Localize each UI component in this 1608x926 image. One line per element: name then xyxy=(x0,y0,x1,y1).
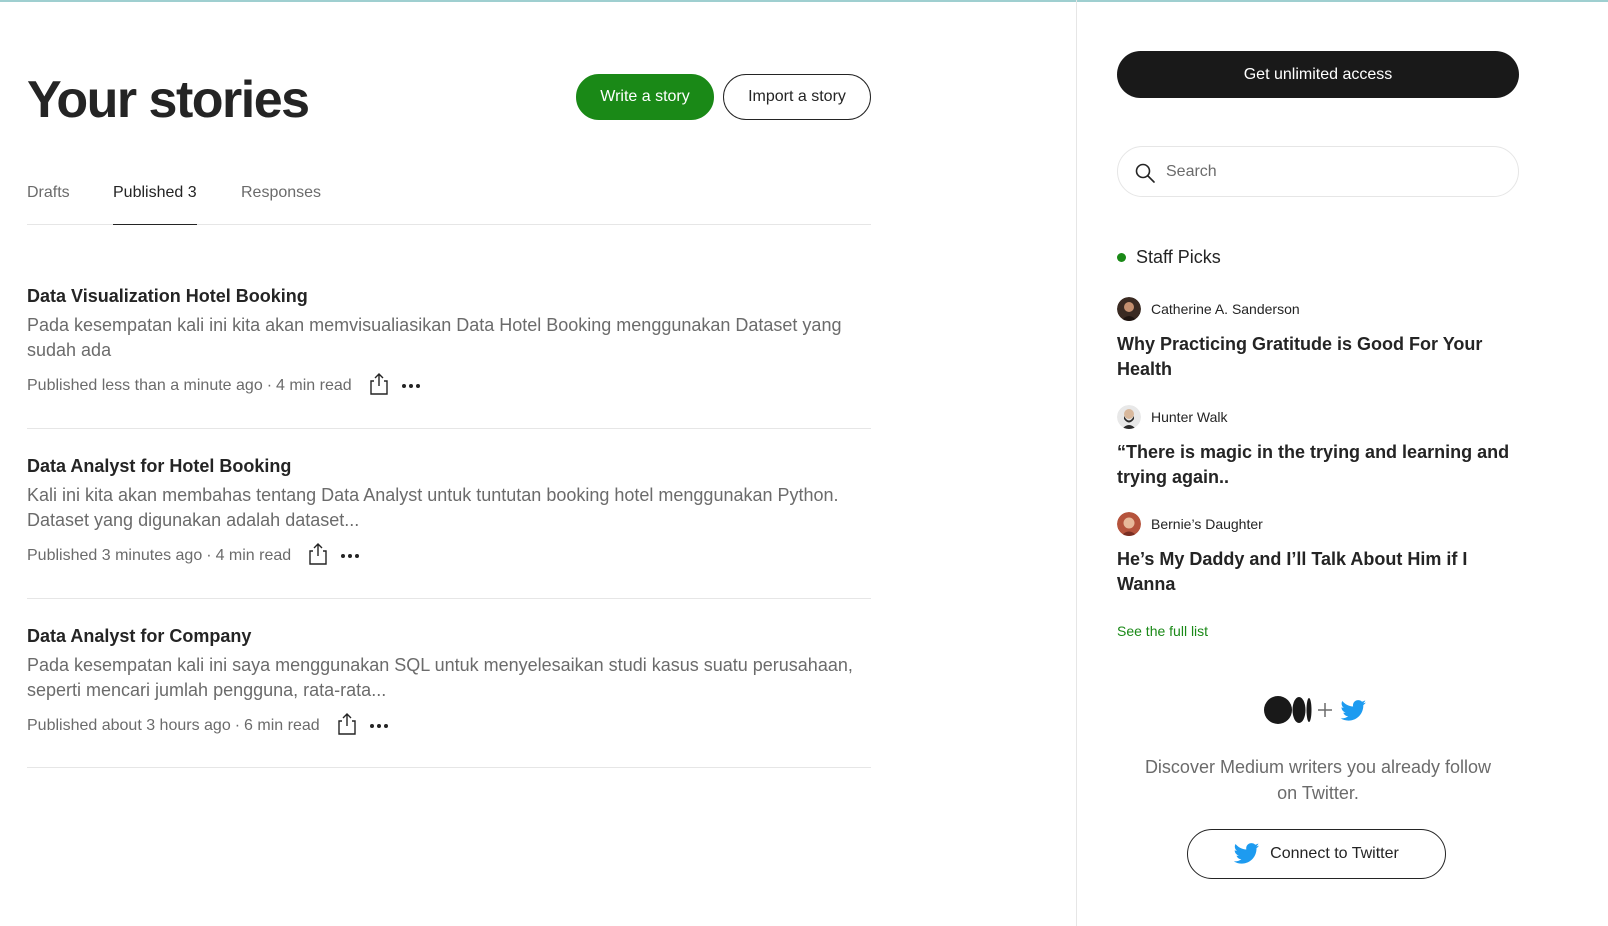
search-box[interactable] xyxy=(1117,146,1519,197)
story-item: Data Analyst for Company Pada kesempatan… xyxy=(27,599,871,768)
tab-published[interactable]: Published 3 xyxy=(113,184,197,225)
pick-author-name: Bernie’s Daughter xyxy=(1151,516,1263,532)
story-item: Data Analyst for Hotel Booking Kali ini … xyxy=(27,429,871,599)
story-title[interactable]: Data Visualization Hotel Booking xyxy=(27,286,308,307)
story-title[interactable]: Data Analyst for Company xyxy=(27,626,251,647)
meta-separator: · xyxy=(206,547,212,564)
story-title[interactable]: Data Analyst for Hotel Booking xyxy=(27,456,291,477)
pick-author[interactable]: Catherine A. Sanderson xyxy=(1117,297,1300,321)
more-options-icon[interactable] xyxy=(339,546,361,566)
share-icon[interactable] xyxy=(368,372,390,396)
story-meta: Published less than a minute ago · 4 min… xyxy=(27,372,422,398)
pick-author-name: Hunter Walk xyxy=(1151,409,1228,425)
write-story-button[interactable]: Write a story xyxy=(576,74,714,120)
pick-author-name: Catherine A. Sanderson xyxy=(1151,301,1300,317)
tab-responses[interactable]: Responses xyxy=(241,184,321,225)
get-unlimited-access-button[interactable]: Get unlimited access xyxy=(1117,51,1519,98)
story-meta: Published 3 minutes ago · 4 min read xyxy=(27,542,361,568)
page-title: Your stories xyxy=(27,71,310,129)
search-icon xyxy=(1134,162,1156,184)
connect-twitter-button[interactable]: Connect to Twitter xyxy=(1187,829,1446,879)
story-tabs: Drafts Published 3 Responses xyxy=(27,180,871,225)
medium-logo-icon xyxy=(1264,696,1366,724)
twitter-icon xyxy=(1233,843,1260,865)
avatar xyxy=(1117,512,1141,536)
story-read-time: 4 min read xyxy=(215,547,292,564)
pick-author[interactable]: Hunter Walk xyxy=(1117,405,1228,429)
connect-twitter-label: Connect to Twitter xyxy=(1270,845,1399,862)
discover-text: Discover Medium writers you already foll… xyxy=(1144,757,1492,803)
import-story-button[interactable]: Import a story xyxy=(723,74,871,120)
pick-title[interactable]: Why Practicing Gratitude is Good For You… xyxy=(1117,332,1512,382)
story-meta: Published about 3 hours ago · 6 min read xyxy=(27,712,390,738)
more-options-icon[interactable] xyxy=(368,716,390,736)
share-icon[interactable] xyxy=(336,712,358,736)
pick-title[interactable]: He’s My Daddy and I’ll Talk About Him if… xyxy=(1117,547,1512,597)
avatar xyxy=(1117,405,1141,429)
story-read-time: 6 min read xyxy=(244,717,320,734)
sidebar: Get unlimited access Staff Picks Catheri… xyxy=(1117,0,1519,926)
meta-separator: · xyxy=(234,717,241,734)
story-read-time: 4 min read xyxy=(276,377,352,394)
see-full-list-link[interactable]: See the full list xyxy=(1117,623,1208,639)
tab-drafts[interactable]: Drafts xyxy=(27,184,70,225)
pick-title[interactable]: “There is magic in the trying and learni… xyxy=(1117,440,1512,490)
medium-twitter-logos xyxy=(1263,694,1373,726)
staff-picks-heading: Staff Picks xyxy=(1117,247,1221,268)
story-description[interactable]: Pada kesempatan kali ini saya menggunaka… xyxy=(27,653,867,703)
pick-author[interactable]: Bernie’s Daughter xyxy=(1117,512,1263,536)
avatar xyxy=(1117,297,1141,321)
share-icon[interactable] xyxy=(307,542,329,566)
story-description[interactable]: Pada kesempatan kali ini kita akan memvi… xyxy=(27,313,867,363)
column-divider xyxy=(1076,0,1077,926)
story-item: Data Visualization Hotel Booking Pada ke… xyxy=(27,226,871,429)
search-input[interactable] xyxy=(1166,159,1496,185)
story-description[interactable]: Kali ini kita akan membahas tentang Data… xyxy=(27,483,867,533)
staff-picks-label: Staff Picks xyxy=(1136,247,1221,267)
meta-separator: · xyxy=(266,377,273,394)
story-published-time: Published about 3 hours ago xyxy=(27,717,231,734)
more-options-icon[interactable] xyxy=(400,376,422,396)
story-published-time: Published 3 minutes ago xyxy=(27,547,203,564)
story-published-time: Published less than a minute ago xyxy=(27,377,263,394)
green-dot-icon xyxy=(1117,253,1126,262)
main-column: Your stories Write a story Import a stor… xyxy=(27,0,871,926)
